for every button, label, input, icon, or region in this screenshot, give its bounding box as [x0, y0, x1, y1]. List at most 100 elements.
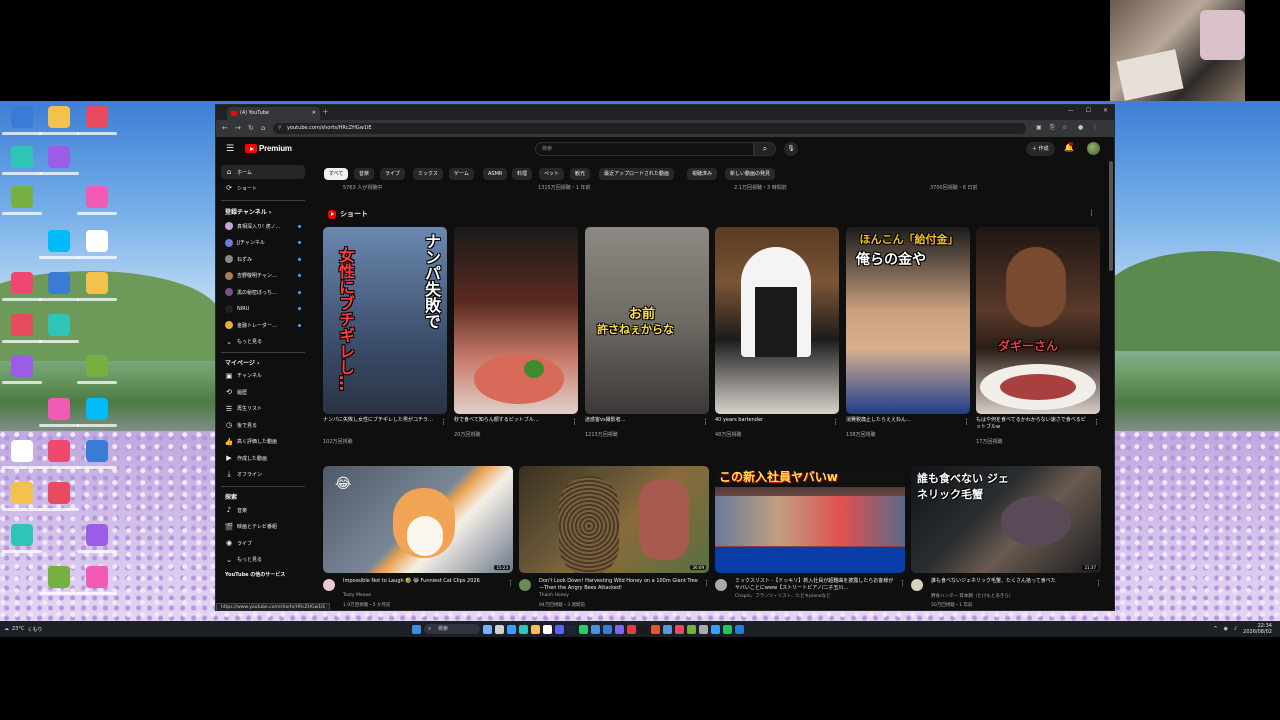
- sidebar-item-more[interactable]: ⌄ もっと見る: [221, 335, 305, 349]
- channel-avatar[interactable]: [519, 579, 531, 591]
- short-more-icon[interactable]: ⋮: [571, 418, 578, 426]
- short-title[interactable]: 消費税廃止したらええねん…: [846, 417, 956, 424]
- desktop-app-icon[interactable]: [11, 524, 33, 546]
- desktop-app-icon[interactable]: [11, 440, 33, 462]
- account-avatar[interactable]: [1087, 142, 1100, 155]
- video-more-icon[interactable]: ⋮: [899, 579, 906, 587]
- start-icon[interactable]: [412, 624, 421, 634]
- video-more-icon[interactable]: ⋮: [1095, 579, 1102, 587]
- short-thumbnail[interactable]: [454, 227, 578, 414]
- sidebar-item-you[interactable]: ⤓ オフライン: [221, 468, 305, 482]
- share-icon[interactable]: ⎘: [1050, 124, 1055, 132]
- network-icon[interactable]: ◉: [1224, 626, 1228, 632]
- desktop-app-icon[interactable]: [11, 482, 33, 504]
- short-more-icon[interactable]: ⋮: [440, 418, 447, 426]
- sidebar-item-explore[interactable]: ♪ 音楽: [221, 503, 305, 517]
- desktop-app-icon[interactable]: [86, 566, 108, 588]
- tray-chevron-icon[interactable]: ^: [1213, 626, 1217, 632]
- sidebar-item-explore[interactable]: ◉ ライブ: [221, 536, 305, 550]
- taskbar-weather[interactable]: ☁ 23°C くもり: [4, 626, 42, 633]
- video-thumbnail[interactable]: 😂 15:23: [323, 466, 513, 573]
- taskbar-app-icon[interactable]: [603, 624, 612, 634]
- subscriptions-heading[interactable]: 登録チャンネル ›: [225, 207, 271, 216]
- channel-name[interactable]: Thanh Honey: [539, 593, 569, 598]
- filter-chip[interactable]: すべて: [324, 168, 349, 180]
- desktop-app-icon[interactable]: [86, 524, 108, 546]
- video-thumbnail[interactable]: この新入社員ヤバいw: [715, 466, 905, 573]
- channel-avatar[interactable]: [715, 579, 727, 591]
- taskbar-app-icon[interactable]: [555, 624, 564, 634]
- video-title[interactable]: ミックスリスト -【ドッキリ】新入社員が超難曲を披露したらお客様がヤバいことにw…: [735, 578, 895, 592]
- filter-chip[interactable]: 最近アップロードされた動画: [599, 168, 675, 180]
- filter-chip[interactable]: ペット: [539, 168, 565, 180]
- sidebar-item-subscription[interactable]: 真相深入り! 虎ノ…: [221, 219, 305, 233]
- desktop-app-icon[interactable]: [86, 355, 108, 377]
- taskbar-app-icon[interactable]: [567, 624, 576, 634]
- taskbar-search[interactable]: 検索: [424, 624, 480, 634]
- search-input[interactable]: 検索: [535, 142, 754, 156]
- filter-chip[interactable]: 新しい動画の発見: [725, 168, 776, 180]
- short-title[interactable]: もはや何を食べてるかわからない速さで食べるピットブルw: [976, 417, 1086, 431]
- channel-name[interactable]: Chopin、フランツ・リスト、ヒビキpianoなど: [735, 593, 831, 599]
- sidebar-item-you[interactable]: ◷ 後で見る: [221, 418, 305, 432]
- reload-icon[interactable]: ↻: [248, 124, 254, 132]
- desktop-app-icon[interactable]: [48, 230, 70, 252]
- desktop-app-icon[interactable]: [48, 106, 70, 128]
- desktop-app-icon[interactable]: [86, 440, 108, 462]
- maximize-icon[interactable]: ☐: [1086, 107, 1091, 114]
- video-more-icon[interactable]: ⋮: [507, 579, 514, 587]
- notifications-icon[interactable]: 🔔: [1064, 142, 1074, 152]
- filter-chip[interactable]: ゲーム: [449, 168, 474, 180]
- hamburger-menu-icon[interactable]: ☰: [226, 144, 234, 154]
- youtube-logo[interactable]: Premium: [245, 144, 292, 153]
- forward-icon[interactable]: →: [235, 124, 241, 132]
- video-title[interactable]: Don't Look Down! Harvesting Wild Honey o…: [539, 578, 699, 592]
- close-window-icon[interactable]: ✕: [1103, 107, 1108, 114]
- desktop-app-icon[interactable]: [11, 106, 33, 128]
- taskbar-app-icon[interactable]: [627, 624, 636, 634]
- taskbar-app-icon[interactable]: [663, 624, 672, 634]
- channel-avatar[interactable]: [323, 579, 335, 591]
- new-tab-button[interactable]: +: [322, 107, 329, 116]
- bookmark-star-icon[interactable]: ☆: [1062, 124, 1067, 131]
- filter-chip[interactable]: ミックス: [413, 168, 443, 180]
- filter-chip[interactable]: 料理: [512, 168, 533, 180]
- minimize-icon[interactable]: —: [1068, 107, 1074, 114]
- clock[interactable]: 22:34 2026/08/02: [1243, 623, 1272, 635]
- sidebar-item-subscription[interactable]: 吉野敬明チャン…: [221, 269, 305, 283]
- short-title[interactable]: 40 years bartender: [715, 417, 825, 424]
- taskbar-app-icon[interactable]: [687, 624, 696, 634]
- desktop-app-icon[interactable]: [48, 146, 70, 168]
- desktop-app-icon[interactable]: [86, 398, 108, 420]
- search-button[interactable]: ⌕: [754, 142, 776, 156]
- taskbar-app-icon[interactable]: [651, 624, 660, 634]
- taskbar-app-icon[interactable]: [579, 624, 588, 634]
- video-title[interactable]: Impossible Not to Laugh 🤣 😹 Funniest Cat…: [343, 578, 503, 585]
- video-thumbnail[interactable]: 26:09: [519, 466, 709, 573]
- taskbar-app-icon[interactable]: [591, 624, 600, 634]
- taskbar-app-icon[interactable]: [543, 624, 552, 634]
- volume-icon[interactable]: ♪: [1234, 626, 1237, 632]
- short-thumbnail[interactable]: お前 許さねぇからな: [585, 227, 709, 414]
- video-thumbnail[interactable]: 誰も食べない ジェネリック毛蟹 21:37: [911, 466, 1101, 573]
- profile-icon[interactable]: ●: [1078, 124, 1083, 131]
- address-bar[interactable]: ⚲ youtube.com/shorts/HRcZHGw1lE: [273, 123, 1026, 134]
- back-icon[interactable]: ←: [222, 124, 228, 132]
- short-more-icon[interactable]: ⋮: [702, 418, 709, 426]
- desktop-app-icon[interactable]: [86, 106, 108, 128]
- desktop-app-icon[interactable]: [48, 566, 70, 588]
- filter-chip[interactable]: ASMR: [483, 168, 508, 180]
- short-thumbnail[interactable]: ナンパ失敗で 女性にブチギレし…: [323, 227, 447, 414]
- home-icon[interactable]: ⌂: [261, 124, 265, 132]
- taskbar-app-icon[interactable]: [735, 624, 744, 634]
- sidebar-item-you[interactable]: ▶ 作成した動画: [221, 451, 305, 465]
- desktop-app-icon[interactable]: [48, 482, 70, 504]
- filter-chip[interactable]: ライブ: [380, 168, 406, 180]
- desktop-app-icon[interactable]: [11, 146, 33, 168]
- taskbar-app-icon[interactable]: [483, 624, 492, 634]
- voice-search-icon[interactable]: 🎙: [784, 142, 798, 156]
- filter-chip[interactable]: 視聴済み: [687, 168, 718, 180]
- short-title[interactable]: ナンパに失敗し女性にブチギレした男がコチラ…: [323, 417, 433, 424]
- sidebar-item-you[interactable]: ▣ チャンネル: [221, 369, 305, 383]
- desktop-app-icon[interactable]: [48, 440, 70, 462]
